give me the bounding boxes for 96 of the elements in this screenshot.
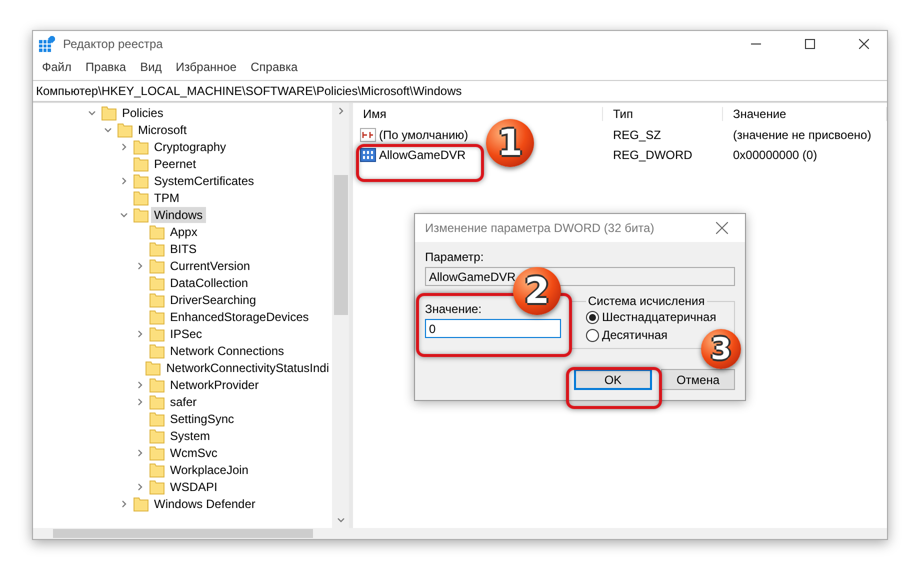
table-cell-text: 0x00000000 (0)	[732, 148, 818, 162]
tree-item[interactable]: SystemCertificates	[151, 172, 258, 188]
tree-item[interactable]: DriverSearching	[167, 292, 260, 308]
menu-item[interactable]: Правка	[78, 60, 134, 74]
value-name-cell[interactable]: (По умолчанию)	[353, 128, 468, 142]
chevron-icon[interactable]	[136, 262, 144, 270]
folder-icon	[133, 156, 149, 172]
chevron-icon[interactable]	[88, 108, 96, 116]
folder-icon	[149, 394, 165, 410]
folder-icon	[133, 190, 149, 206]
column-header[interactable]: Тип	[603, 107, 723, 121]
folder-icon	[149, 274, 165, 290]
folder-icon	[149, 428, 165, 444]
chevron-icon[interactable]	[336, 516, 344, 524]
horizontal-scrollbar[interactable]	[33, 528, 887, 539]
tree-item[interactable]: Appx	[167, 224, 200, 240]
chevron-icon[interactable]	[136, 330, 144, 338]
folder-icon	[149, 462, 165, 478]
menu-item[interactable]: Вид	[133, 60, 169, 74]
binary-value-icon	[360, 148, 376, 162]
chevron-icon[interactable]	[136, 398, 144, 406]
tree-item[interactable]: DataCollection	[167, 274, 252, 290]
chevron-icon[interactable]	[336, 107, 344, 115]
table-cell-text: REG_DWORD	[612, 148, 694, 162]
string-value-icon	[360, 128, 376, 142]
vertical-scrollbar[interactable]	[332, 103, 349, 528]
chevron-icon[interactable]	[136, 380, 144, 388]
tree-item[interactable]: Windows	[151, 206, 206, 222]
menu-item[interactable]: Файл	[35, 60, 79, 74]
folder-icon	[117, 122, 133, 138]
chevron-icon[interactable]	[104, 126, 112, 134]
dialog-button[interactable]: Отмена	[661, 369, 735, 390]
folder-icon	[145, 360, 162, 376]
group-title: Система исчисления	[587, 294, 706, 308]
tree-item[interactable]: WcmSvc	[167, 444, 220, 460]
maximize-icon	[805, 39, 815, 49]
close-icon	[716, 222, 728, 234]
folder-icon	[101, 104, 117, 120]
folder-icon	[149, 376, 165, 392]
tree-item[interactable]: TPM	[151, 190, 182, 206]
folder-icon	[149, 326, 165, 342]
tree-item[interactable]: Peernet	[151, 156, 200, 172]
chevron-icon[interactable]	[120, 500, 128, 508]
folder-icon	[133, 138, 149, 154]
tree-item[interactable]: EnhancedStorageDevices	[167, 308, 312, 324]
step-number-badge: 1	[486, 119, 534, 167]
chevron-icon[interactable]	[136, 482, 144, 490]
value-name: (По умолчанию)	[379, 128, 468, 142]
tree-item[interactable]: NetworkProvider	[167, 376, 262, 392]
tree-item[interactable]: Cryptography	[151, 138, 230, 154]
radio-option[interactable]: Десятичная	[586, 328, 668, 342]
dialog-button[interactable]: OK	[574, 369, 652, 390]
tree-item[interactable]: IPSec	[167, 326, 206, 342]
folder-icon	[133, 172, 149, 188]
menu-item[interactable]: Избранное	[168, 60, 244, 74]
value-name-cell[interactable]: AllowGameDVR	[353, 148, 466, 162]
folder-icon	[149, 410, 165, 426]
column-header[interactable]: Значение	[723, 107, 887, 121]
folder-icon	[133, 206, 149, 222]
tree-item[interactable]: Network Connections	[167, 342, 288, 358]
tree-item[interactable]: CurrentVersion	[167, 258, 254, 274]
radio-option[interactable]: Шестнадцатеричная	[586, 310, 716, 324]
tree-item[interactable]: System	[167, 428, 214, 444]
tree-item[interactable]: Policies	[119, 104, 166, 120]
value-name: AllowGameDVR	[379, 148, 466, 162]
tree-item[interactable]: Microsoft	[135, 122, 190, 138]
close-icon	[859, 39, 869, 49]
tree-item[interactable]: SettingSync	[167, 410, 238, 426]
dialog-title: Изменение параметра DWORD (32 бита)	[425, 221, 656, 235]
table-cell-text: REG_SZ	[612, 128, 662, 142]
address-bar[interactable]: Компьютер\HKEY_LOCAL_MACHINE\SOFTWARE\Policies\Microsoft\Windows	[33, 80, 887, 102]
tree-item[interactable]: WSDAPI	[167, 478, 220, 494]
chevron-icon[interactable]	[136, 448, 144, 456]
chevron-icon[interactable]	[120, 142, 128, 150]
folder-icon	[149, 444, 165, 460]
folder-icon	[149, 292, 165, 308]
folder-icon	[149, 258, 165, 274]
folder-icon	[149, 240, 165, 256]
table-cell-text: (значение не присвоено)	[732, 128, 872, 142]
tree-item[interactable]: safer	[167, 394, 200, 410]
tree-item[interactable]: Windows Defender	[151, 496, 258, 512]
folder-icon	[149, 342, 165, 358]
registry-app-icon	[39, 36, 55, 52]
folder-icon	[133, 496, 149, 512]
tree-item[interactable]: WorkplaceJoin	[167, 462, 252, 478]
chevron-icon[interactable]	[120, 176, 128, 184]
tree-item[interactable]: BITS	[167, 240, 200, 256]
window-title: Редактор реестра	[63, 37, 164, 51]
value-field[interactable]: 0	[425, 319, 561, 338]
field-label: Значение:	[425, 302, 483, 316]
folder-icon	[149, 478, 165, 494]
folder-icon	[149, 308, 165, 324]
chevron-icon[interactable]	[120, 210, 128, 218]
tree-item[interactable]: NetworkConnectivityStatusIndi	[163, 360, 332, 376]
field-label: Параметр:	[425, 250, 485, 264]
menu-item[interactable]: Справка	[244, 60, 305, 74]
